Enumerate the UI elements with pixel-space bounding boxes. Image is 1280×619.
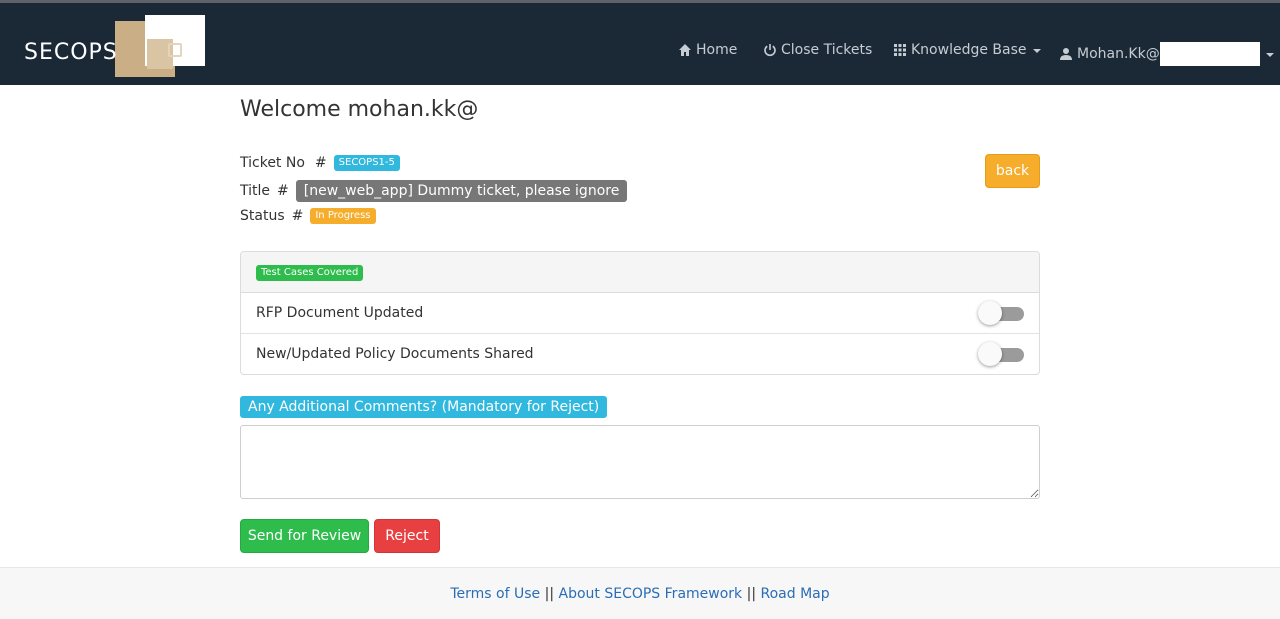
nav-knowledge-base-label: Knowledge Base (911, 42, 1027, 58)
footer-separator: || (746, 586, 757, 602)
road-map-link[interactable]: Road Map (761, 586, 830, 602)
nav-home[interactable]: Home (678, 42, 737, 58)
status-badge: In Progress (310, 208, 376, 224)
rfp-document-toggle[interactable] (978, 301, 1024, 325)
checklist-label: RFP Document Updated (256, 305, 424, 321)
toggle-knob (978, 301, 1002, 325)
grid-icon (894, 44, 906, 56)
reject-button[interactable]: Reject (374, 519, 440, 553)
comments-label: Any Additional Comments? (Mandatory for … (240, 396, 608, 418)
cube-icon (168, 43, 182, 57)
status-row: Status # In Progress (240, 208, 376, 224)
footer-links: Terms of Use || About SECOPS Framework |… (0, 586, 1280, 602)
footer-separator: || (544, 586, 555, 602)
ticket-no-label: Ticket No (240, 155, 305, 171)
secops-logo[interactable]: SECOPS (24, 15, 206, 79)
nav-user-dropdown[interactable]: Mohan.Kk@ (1059, 42, 1274, 66)
checklist-panel: Test Cases Covered RFP Document Updated … (240, 251, 1040, 375)
home-icon (679, 44, 691, 56)
send-for-review-button[interactable]: Send for Review (240, 519, 369, 553)
title-badge: [new_web_app] Dummy ticket, please ignor… (295, 180, 628, 202)
hash-symbol: # (314, 155, 327, 171)
comments-textarea[interactable] (240, 425, 1040, 499)
toggle-knob (978, 342, 1002, 366)
nav-user-label: Mohan.Kk@ (1077, 46, 1160, 62)
nav-close-tickets-label: Close Tickets (781, 42, 873, 58)
checklist-row: RFP Document Updated (241, 293, 1039, 334)
checklist-panel-header: Test Cases Covered (241, 252, 1039, 293)
ticket-no-row: Ticket No # SECOPS1-5 (240, 155, 400, 171)
nav-knowledge-base-dropdown[interactable]: Knowledge Base (893, 42, 1041, 58)
logo-text: SECOPS (24, 40, 118, 65)
hash-symbol: # (291, 208, 304, 224)
caret-down-icon (1265, 53, 1274, 57)
nav-home-label: Home (696, 42, 738, 58)
power-icon (764, 44, 776, 57)
navbar: SECOPS Home Close Tickets Knowledge Base… (0, 0, 1280, 85)
ticket-no-badge: SECOPS1-5 (333, 155, 400, 171)
user-icon (1060, 48, 1072, 60)
checklist-label: New/Updated Policy Documents Shared (256, 346, 534, 362)
nav-close-tickets[interactable]: Close Tickets (763, 42, 872, 58)
title-row: Title # [new_web_app] Dummy ticket, plea… (240, 180, 628, 202)
welcome-heading: Welcome mohan.kk@ (240, 97, 479, 122)
title-label: Title (240, 183, 271, 199)
back-button[interactable]: back (985, 154, 1040, 188)
terms-of-use-link[interactable]: Terms of Use (450, 586, 540, 602)
redacted-box (1159, 42, 1260, 66)
hash-symbol: # (277, 183, 289, 199)
about-secops-link[interactable]: About SECOPS Framework (559, 586, 743, 602)
footer: Terms of Use || About SECOPS Framework |… (0, 567, 1280, 619)
policy-documents-toggle[interactable] (978, 342, 1024, 366)
status-label: Status (240, 208, 285, 224)
caret-down-icon (1032, 49, 1041, 53)
checklist-row: New/Updated Policy Documents Shared (241, 334, 1039, 374)
test-cases-badge: Test Cases Covered (256, 265, 364, 281)
